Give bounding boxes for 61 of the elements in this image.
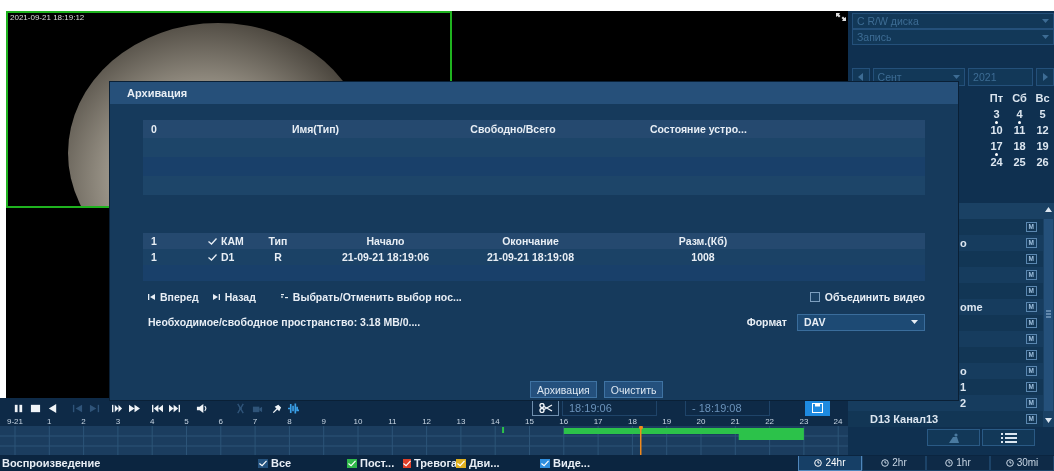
table-cell-text: 21-09-21 18:19:08: [486, 251, 575, 263]
hour-label: 24: [833, 417, 843, 426]
hour-label: 13: [456, 417, 466, 426]
hour-label: 3: [115, 417, 121, 426]
hour-label: 4: [149, 417, 155, 426]
hour-label: 22: [765, 417, 775, 426]
filter-label: Тревога: [414, 457, 458, 469]
hour-label: 2: [81, 417, 86, 426]
hour-label: 7: [252, 417, 258, 426]
hour-label: 17: [593, 417, 603, 426]
column-header: 1: [150, 235, 158, 247]
weekday-label: Вс: [1035, 91, 1050, 105]
video-timestamp: 2021-09-21 18:19:12: [10, 13, 85, 22]
column-header: 0: [150, 123, 158, 135]
channel-name: o: [960, 365, 967, 377]
hour-label: 12: [422, 417, 432, 426]
hour-label: 23: [799, 417, 809, 426]
status-title: Воспроизведение: [1, 457, 102, 469]
table-cell: D1: [221, 251, 235, 263]
hour-label: 10: [353, 417, 363, 426]
hour-label: 5: [184, 417, 189, 426]
hour-label: 9: [321, 417, 326, 426]
table-cell-text: 21-09-21 18:19:06: [341, 251, 430, 263]
hour-label: 18: [627, 417, 637, 426]
column-header: Состояние устро...: [649, 123, 748, 135]
channel-name: ome: [960, 301, 983, 313]
hour-label: 9-21: [7, 417, 23, 426]
weekday-label: Сб: [1012, 91, 1027, 105]
filter-label: Пост...: [360, 457, 395, 469]
hour-label: 19: [662, 417, 672, 426]
filter-label: Все: [271, 457, 292, 469]
hour-label: 14: [490, 417, 500, 426]
table-cell-text: 1008: [690, 251, 716, 263]
filter-label: Виде...: [553, 457, 590, 469]
column-header: Тип: [267, 235, 289, 247]
column-header: Начало: [365, 235, 406, 247]
column-header: КАМ: [221, 235, 244, 247]
channel-name: o: [960, 237, 967, 249]
table-cell-text: R: [273, 251, 283, 263]
channel-name: 2: [960, 397, 967, 409]
weekday-label: Пт: [989, 91, 1004, 105]
hour-label: 1: [47, 417, 52, 426]
channel-name: 1: [960, 381, 967, 393]
table-cell-text: 1: [150, 251, 158, 263]
hour-label: 21: [730, 417, 740, 426]
hour-label: 16: [559, 417, 569, 426]
column-header: Окончание: [501, 235, 560, 247]
hour-label: 8: [287, 417, 292, 426]
hour-label: 15: [525, 417, 534, 426]
hour-label: 6: [218, 417, 223, 426]
filter-label: Дви...: [469, 457, 500, 469]
hour-label: 20: [696, 417, 706, 426]
space-info: Необходимое/свободное пространство: 3.18 MB/0....: [148, 316, 421, 328]
hour-label: 11: [388, 417, 397, 426]
format-label: Формат: [746, 316, 787, 328]
column-header: Свободно/Всего: [469, 123, 557, 135]
column-header: Разм.(Кб): [677, 235, 729, 247]
merge-label: Объединить видео: [824, 291, 925, 303]
channel-name: D13 Канал13: [870, 413, 939, 425]
dialog-title: Архивация: [110, 82, 958, 104]
column-header: Имя(Тип): [290, 123, 341, 135]
